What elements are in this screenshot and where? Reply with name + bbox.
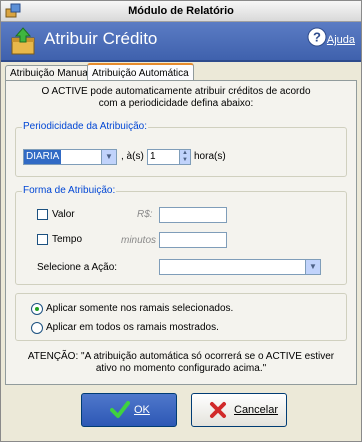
warning-text: ATENÇÃO: "A atribuição automática só oco… <box>27 351 335 374</box>
scope-all-radio[interactable] <box>31 322 43 334</box>
valor-checkbox[interactable] <box>37 209 48 220</box>
scope-all-label[interactable]: Aplicar em todos os ramais mostrados. <box>46 322 219 333</box>
assignment-form-legend: Forma de Atribuição: <box>22 185 117 196</box>
svg-text:?: ? <box>313 30 321 45</box>
hour-stepper[interactable]: ▲ ▼ <box>179 149 191 165</box>
ok-button[interactable]: OK <box>81 393 177 427</box>
report-module-window: Módulo de Relatório Atribuir Crédito ? A… <box>0 0 362 442</box>
at-label: , à(s) <box>121 151 144 162</box>
tab-manual[interactable]: Atribuição Manual <box>5 65 96 81</box>
tempo-input[interactable] <box>159 232 227 248</box>
periodicity-legend: Periodicidade da Atribuição: <box>22 121 148 132</box>
page-header: Atribuir Crédito ? Ajuda <box>1 22 361 62</box>
hour-input[interactable]: 1 <box>147 149 181 165</box>
currency-label: R$: <box>137 209 153 220</box>
hours-label: hora(s) <box>194 151 226 162</box>
action-select[interactable]: ▼ <box>159 259 321 275</box>
ok-label: OK <box>134 404 150 416</box>
intro-text: O ACTIVE pode automaticamente atribuir c… <box>41 86 311 109</box>
scope-selected-label[interactable]: Aplicar somente nos ramais selecionados. <box>46 303 233 314</box>
checkmark-icon <box>110 401 130 418</box>
scope-group <box>15 293 347 341</box>
credit-box-icon <box>11 27 35 55</box>
scope-selected-radio[interactable] <box>31 303 43 315</box>
tempo-label: Tempo <box>52 234 83 245</box>
cancel-button[interactable]: Cancelar <box>191 393 287 427</box>
help-link[interactable]: Ajuda <box>327 34 355 46</box>
page-title: Atribuir Crédito <box>44 29 158 48</box>
valor-input[interactable] <box>159 207 227 223</box>
action-label: Selecione a Ação: <box>37 262 118 273</box>
action-value <box>160 261 162 272</box>
chevron-down-icon[interactable]: ▼ <box>101 150 116 164</box>
help-icon[interactable]: ? <box>307 27 327 47</box>
frequency-select[interactable]: DIARIA ▼ <box>23 149 117 165</box>
frequency-value: DIARIA <box>24 150 62 164</box>
cancel-label: Cancelar <box>234 404 279 416</box>
chevron-down-icon[interactable]: ▼ <box>305 260 320 274</box>
close-icon <box>210 402 226 418</box>
valor-label: Valor <box>52 209 75 220</box>
tempo-checkbox[interactable] <box>37 234 48 245</box>
title-bar: Módulo de Relatório <box>1 1 361 22</box>
minutes-label: minutos <box>121 235 157 246</box>
radio-dot <box>35 307 39 311</box>
window-title: Módulo de Relatório <box>128 5 234 17</box>
app-icon <box>5 3 21 18</box>
